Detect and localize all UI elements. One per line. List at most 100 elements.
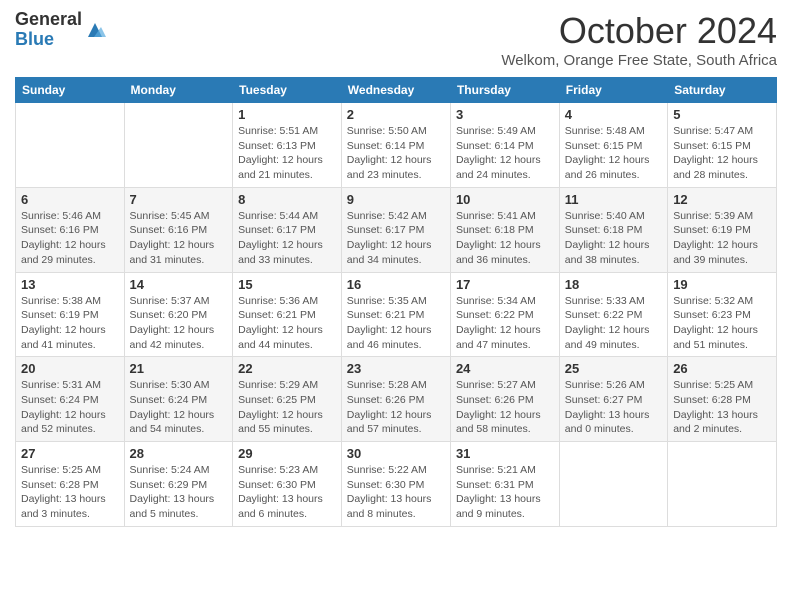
calendar-week-5: 27 Sunrise: 5:25 AM Sunset: 6:28 PM Dayli… (16, 442, 777, 527)
calendar-cell: 23Sunrise: 5:28 AM Sunset: 6:26 PM Dayli… (341, 357, 450, 442)
day-info: Sunrise: 5:29 AM Sunset: 6:25 PM Dayligh… (238, 378, 336, 437)
calendar-cell: 16Sunrise: 5:35 AM Sunset: 6:21 PM Dayli… (341, 272, 450, 357)
column-header-wednesday: Wednesday (341, 78, 450, 103)
day-number: 29 (238, 446, 336, 461)
calendar-cell: 31 Sunrise: 5:21 AM Sunset: 6:31 PM Dayli… (450, 442, 559, 527)
page-header: General Blue October 2024 Welkom, Orange… (15, 10, 777, 69)
calendar-cell: 15 Sunrise: 5:36 AM Sunset: 6:21 PM Dayli… (233, 272, 342, 357)
day-number: 27 (21, 446, 119, 461)
day-info: Sunrise: 5:25 AM Sunset: 6:28 PM Dayligh… (21, 463, 119, 522)
calendar-cell: 18 Sunrise: 5:33 AM Sunset: 6:22 PM Dayli… (559, 272, 667, 357)
calendar-cell (124, 103, 233, 188)
calendar-cell: 20 Sunrise: 5:31 AM Sunset: 6:24 PM Dayli… (16, 357, 125, 442)
day-info: Sunrise: 5:36 AM Sunset: 6:21 PM Dayligh… (238, 294, 336, 353)
month-title: October 2024 (501, 10, 777, 52)
day-info: Sunrise: 5:44 AM Sunset: 6:17 PM Dayligh… (238, 209, 336, 268)
calendar-cell: 25 Sunrise: 5:26 AM Sunset: 6:27 PM Dayli… (559, 357, 667, 442)
day-info: Sunrise: 5:24 AM Sunset: 6:29 PM Dayligh… (130, 463, 228, 522)
day-info: Sunrise: 5:51 AM Sunset: 6:13 PM Dayligh… (238, 124, 336, 183)
day-info: Sunrise: 5:34 AM Sunset: 6:22 PM Dayligh… (456, 294, 554, 353)
day-number: 3 (456, 107, 554, 122)
day-number: 30 (347, 446, 445, 461)
day-info: Sunrise: 5:39 AM Sunset: 6:19 PM Dayligh… (673, 209, 771, 268)
day-info: Sunrise: 5:30 AM Sunset: 6:24 PM Dayligh… (130, 378, 228, 437)
day-info: Sunrise: 5:31 AM Sunset: 6:24 PM Dayligh… (21, 378, 119, 437)
day-number: 20 (21, 361, 119, 376)
day-info: Sunrise: 5:28 AM Sunset: 6:26 PM Dayligh… (347, 378, 445, 437)
day-number: 15 (238, 277, 336, 292)
day-number: 18 (565, 277, 662, 292)
calendar-cell: 21 Sunrise: 5:30 AM Sunset: 6:24 PM Dayli… (124, 357, 233, 442)
day-number: 6 (21, 192, 119, 207)
day-info: Sunrise: 5:25 AM Sunset: 6:28 PM Dayligh… (673, 378, 771, 437)
calendar-cell: 6 Sunrise: 5:46 AM Sunset: 6:16 PM Daylig… (16, 187, 125, 272)
day-info: Sunrise: 5:32 AM Sunset: 6:23 PM Dayligh… (673, 294, 771, 353)
calendar-cell: 28 Sunrise: 5:24 AM Sunset: 6:29 PM Dayli… (124, 442, 233, 527)
calendar-cell: 22Sunrise: 5:29 AM Sunset: 6:25 PM Dayli… (233, 357, 342, 442)
day-number: 31 (456, 446, 554, 461)
day-info: Sunrise: 5:37 AM Sunset: 6:20 PM Dayligh… (130, 294, 228, 353)
day-info: Sunrise: 5:38 AM Sunset: 6:19 PM Dayligh… (21, 294, 119, 353)
calendar-cell: 11 Sunrise: 5:40 AM Sunset: 6:18 PM Dayli… (559, 187, 667, 272)
logo-blue-text: Blue (15, 30, 82, 50)
calendar-week-2: 6 Sunrise: 5:46 AM Sunset: 6:16 PM Daylig… (16, 187, 777, 272)
day-number: 1 (238, 107, 336, 122)
day-info: Sunrise: 5:45 AM Sunset: 6:16 PM Dayligh… (130, 209, 228, 268)
day-number: 8 (238, 192, 336, 207)
column-header-thursday: Thursday (450, 78, 559, 103)
calendar-body: 1 Sunrise: 5:51 AM Sunset: 6:13 PM Daylig… (16, 103, 777, 527)
day-info: Sunrise: 5:46 AM Sunset: 6:16 PM Dayligh… (21, 209, 119, 268)
column-header-sunday: Sunday (16, 78, 125, 103)
calendar-cell: 2Sunrise: 5:50 AM Sunset: 6:14 PM Daylig… (341, 103, 450, 188)
calendar-cell: 30 Sunrise: 5:22 AM Sunset: 6:30 PM Dayli… (341, 442, 450, 527)
day-number: 7 (130, 192, 228, 207)
calendar-cell: 29 Sunrise: 5:23 AM Sunset: 6:30 PM Dayli… (233, 442, 342, 527)
day-number: 11 (565, 192, 662, 207)
calendar-cell (668, 442, 777, 527)
day-number: 16 (347, 277, 445, 292)
calendar-cell: 24 Sunrise: 5:27 AM Sunset: 6:26 PM Dayli… (450, 357, 559, 442)
day-number: 25 (565, 361, 662, 376)
day-info: Sunrise: 5:21 AM Sunset: 6:31 PM Dayligh… (456, 463, 554, 522)
title-block: October 2024 Welkom, Orange Free State, … (501, 10, 777, 69)
calendar-cell: 26Sunrise: 5:25 AM Sunset: 6:28 PM Dayli… (668, 357, 777, 442)
day-info: Sunrise: 5:23 AM Sunset: 6:30 PM Dayligh… (238, 463, 336, 522)
day-number: 17 (456, 277, 554, 292)
calendar-cell (16, 103, 125, 188)
column-header-saturday: Saturday (668, 78, 777, 103)
calendar-cell: 13Sunrise: 5:38 AM Sunset: 6:19 PM Dayli… (16, 272, 125, 357)
subtitle: Welkom, Orange Free State, South Africa (501, 52, 777, 69)
calendar-cell: 4Sunrise: 5:48 AM Sunset: 6:15 PM Daylig… (559, 103, 667, 188)
header-row: SundayMondayTuesdayWednesdayThursdayFrid… (16, 78, 777, 103)
calendar-cell: 27 Sunrise: 5:25 AM Sunset: 6:28 PM Dayli… (16, 442, 125, 527)
day-number: 19 (673, 277, 771, 292)
day-info: Sunrise: 5:26 AM Sunset: 6:27 PM Dayligh… (565, 378, 662, 437)
logo: General Blue (15, 10, 106, 50)
day-number: 14 (130, 277, 228, 292)
calendar-cell: 1 Sunrise: 5:51 AM Sunset: 6:13 PM Daylig… (233, 103, 342, 188)
column-header-monday: Monday (124, 78, 233, 103)
calendar-header: SundayMondayTuesdayWednesdayThursdayFrid… (16, 78, 777, 103)
calendar-cell: 14 Sunrise: 5:37 AM Sunset: 6:20 PM Dayli… (124, 272, 233, 357)
day-info: Sunrise: 5:50 AM Sunset: 6:14 PM Dayligh… (347, 124, 445, 183)
calendar-cell: 12Sunrise: 5:39 AM Sunset: 6:19 PM Dayli… (668, 187, 777, 272)
day-info: Sunrise: 5:22 AM Sunset: 6:30 PM Dayligh… (347, 463, 445, 522)
calendar-cell: 3Sunrise: 5:49 AM Sunset: 6:14 PM Daylig… (450, 103, 559, 188)
calendar-week-3: 13Sunrise: 5:38 AM Sunset: 6:19 PM Dayli… (16, 272, 777, 357)
calendar-week-1: 1 Sunrise: 5:51 AM Sunset: 6:13 PM Daylig… (16, 103, 777, 188)
day-info: Sunrise: 5:40 AM Sunset: 6:18 PM Dayligh… (565, 209, 662, 268)
calendar-cell: 7 Sunrise: 5:45 AM Sunset: 6:16 PM Daylig… (124, 187, 233, 272)
logo-general-text: General (15, 10, 82, 30)
calendar-cell (559, 442, 667, 527)
day-info: Sunrise: 5:27 AM Sunset: 6:26 PM Dayligh… (456, 378, 554, 437)
calendar-table: SundayMondayTuesdayWednesdayThursdayFrid… (15, 77, 777, 527)
calendar-cell: 10Sunrise: 5:41 AM Sunset: 6:18 PM Dayli… (450, 187, 559, 272)
calendar-cell: 17 Sunrise: 5:34 AM Sunset: 6:22 PM Dayli… (450, 272, 559, 357)
day-number: 28 (130, 446, 228, 461)
day-info: Sunrise: 5:33 AM Sunset: 6:22 PM Dayligh… (565, 294, 662, 353)
calendar-cell: 8 Sunrise: 5:44 AM Sunset: 6:17 PM Daylig… (233, 187, 342, 272)
day-number: 24 (456, 361, 554, 376)
day-number: 4 (565, 107, 662, 122)
calendar-cell: 19 Sunrise: 5:32 AM Sunset: 6:23 PM Dayli… (668, 272, 777, 357)
day-number: 21 (130, 361, 228, 376)
